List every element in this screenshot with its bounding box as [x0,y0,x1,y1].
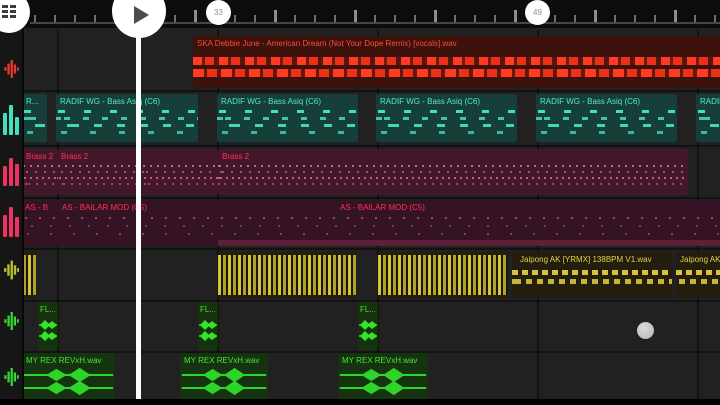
clip-label: RADIF WG - Bass Asiq (C6) [540,97,640,106]
midi-clip-bass[interactable]: RADIF WG - Bass Asiq (C6) [217,94,358,142]
waveform-icon [4,60,19,78]
track-jaipong-header[interactable] [2,260,20,280]
clip-edge-strip [218,240,720,246]
clip-label: FL... [200,305,216,314]
waveform-icon [4,368,19,386]
bar-marker-33-label: 33 [214,8,223,17]
play-button[interactable] [112,0,166,38]
clip-label: Jaipong AK [680,255,720,264]
piano-notes-icon [3,205,19,237]
clip-label: R... [26,97,38,106]
clip-label: RADIF WG - Bass Asiq (C6) [700,97,720,106]
row-separator [22,145,720,147]
waveform-graphic [39,316,57,344]
audio-clip-jaipong[interactable] [218,252,356,298]
grid-icon [1,4,17,20]
clip-label: Brass 2 [61,152,88,161]
midi-clip-bass[interactable]: RADIF WG - Bass Asiq (C6) [56,94,198,142]
audio-clip-fl[interactable]: FL... [38,302,58,350]
track-remix-header[interactable] [2,368,20,386]
audio-clip-jaipong[interactable] [378,252,508,298]
audio-clip-fl[interactable]: FL... [358,302,378,350]
audio-clip-remix[interactable]: MY REX REVxH.wav [180,353,268,399]
row-separator [22,197,720,199]
midi-clip-brass[interactable] [142,149,218,195]
clip-label: Jaipong AK [YRMX] 138BPM V1.wav [520,255,652,264]
row-separator [22,90,720,92]
waveform-graphic [199,316,217,344]
clip-label: RADIF WG - Bass Asiq (C6) [60,97,160,106]
audio-clip-vocals[interactable]: SKA Debbie June - American Dream (Not Yo… [193,36,720,88]
audio-clip-remix[interactable]: MY REX REVxH.wav [338,353,428,399]
bar-marker-badge-33[interactable]: 33 [206,0,231,25]
clip-label: MY REX REVxH.wav [342,356,417,365]
waveform-graphic [218,255,356,295]
clip-label: AS - BAILAR MOD (C5) [62,203,147,212]
clip-label: RADIF WG - Bass Asiq (C6) [380,97,480,106]
audio-clip-jaipong[interactable]: Jaipong AK [676,252,720,298]
bar-marker-49-label: 49 [533,8,542,17]
clip-label: AS - B [25,203,48,212]
track-fl-header[interactable] [2,312,20,330]
clip-label: SKA Debbie June - American Dream (Not Yo… [197,39,457,48]
clip-label: AS - BAILAR MOD (C5) [340,203,425,212]
clip-label: Brass 2 [222,152,249,161]
midi-clip-brass[interactable]: Brass 2 [57,149,138,195]
waveform-graphic [378,255,508,295]
bottom-letterbox [0,399,720,405]
clip-label: FL... [360,305,376,314]
daw-playlist-screen: 33 49 [0,0,720,405]
piano-notes-icon [3,154,19,186]
midi-clip-bass[interactable]: RADIF WG - Bass Asiq (C6) [536,94,677,142]
clip-label: FL... [40,305,56,314]
piano-notes-icon [3,103,19,135]
row-separator [22,248,720,250]
audio-clip-remix[interactable]: MY REX REVxH.wav [22,353,115,399]
playhead[interactable] [136,26,141,400]
waveform-graphic [338,365,428,397]
track-header-column [0,28,24,400]
row-separator [22,351,720,353]
play-icon [134,6,149,24]
midi-notes-graphic [218,149,688,195]
clip-label: MY REX REVxH.wav [184,356,259,365]
midi-clip-brass[interactable]: Brass 2 [22,149,57,195]
clip-label: RADIF WG - Bass Asiq (C6) [221,97,321,106]
waveform-icon [4,312,19,330]
audio-clip-fl[interactable]: FL... [198,302,218,350]
clip-label: Brass 2 [26,152,53,161]
midi-clip-bass[interactable]: RADIF WG - Bass Asiq (C6) [696,94,720,142]
clip-label: MY REX REVxH.wav [26,356,101,365]
menu-button[interactable] [0,0,30,33]
midi-clip-bailar[interactable]: AS - B AS - BAILAR MOD (C5) AS - BAILAR … [22,200,720,246]
row-separator [22,300,720,302]
track-bass-header[interactable] [2,103,20,135]
waveform-graphic [359,316,377,344]
track-brass-header[interactable] [2,154,20,186]
pointer-dot [637,322,654,339]
midi-clip-bass[interactable]: R... [22,94,47,142]
timeline-ruler[interactable] [0,0,720,28]
audio-clip-jaipong[interactable]: Jaipong AK [YRMX] 138BPM V1.wav [512,252,672,298]
midi-clip-brass[interactable]: Brass 2 [218,149,688,195]
waveform-graphic [22,365,115,397]
bar-marker-badge-49[interactable]: 49 [525,0,550,25]
track-bailar-header[interactable] [2,205,20,237]
midi-notes-graphic [142,149,218,195]
waveform-icon [4,260,19,280]
waveform-graphic [180,365,268,397]
midi-clip-bass[interactable]: RADIF WG - Bass Asiq (C6) [376,94,517,142]
track-vocals-header[interactable] [2,60,20,78]
